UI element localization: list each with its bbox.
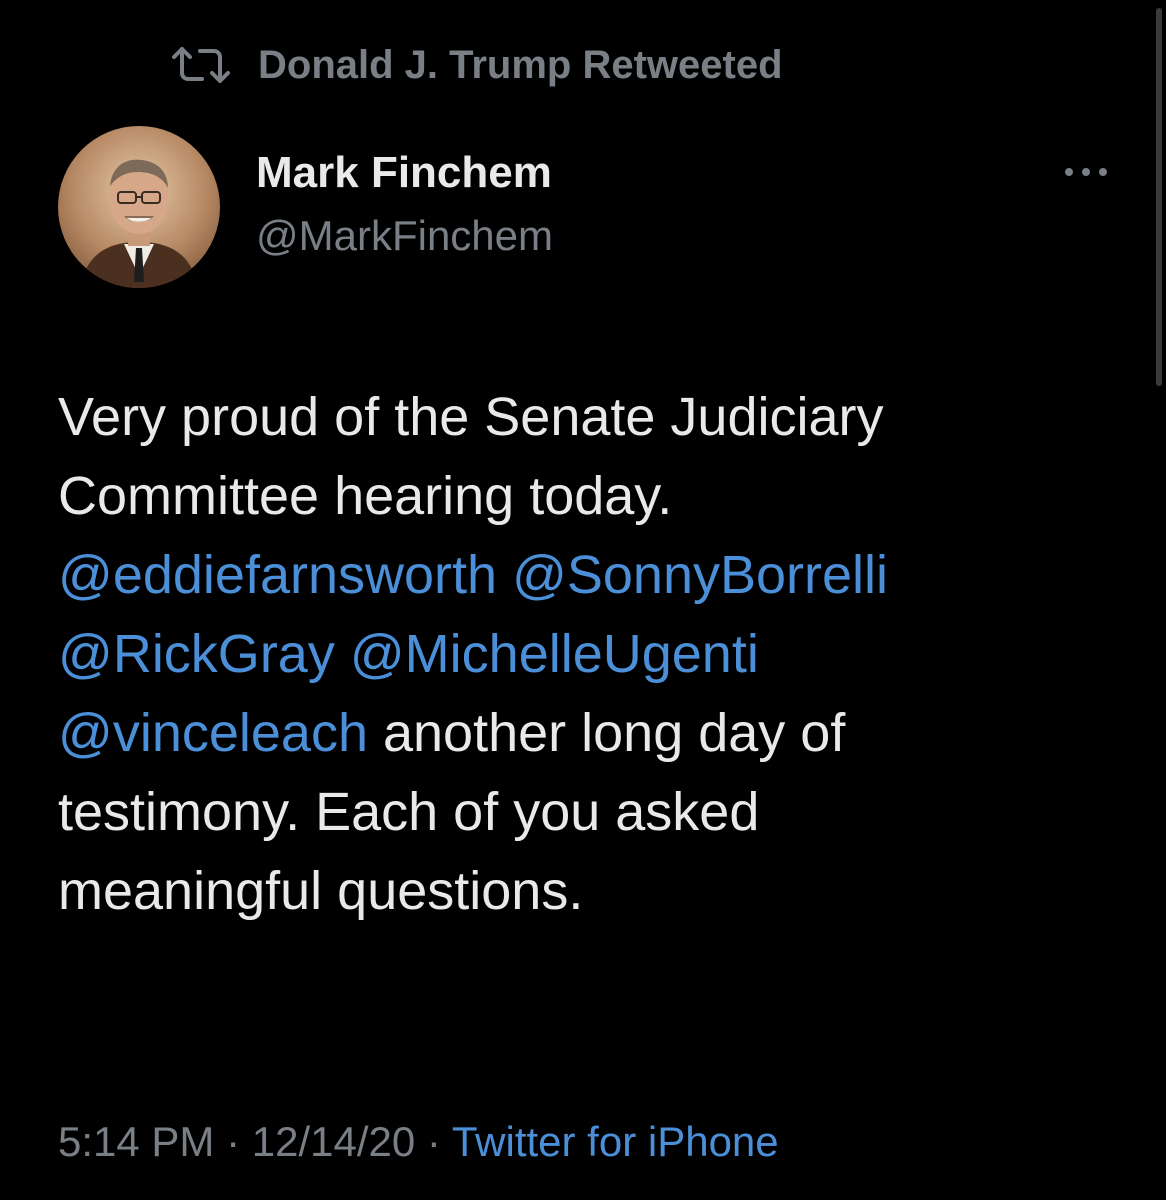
meta-separator: · xyxy=(214,1118,252,1165)
mention-link-michelleugenti[interactable]: @MichelleUgenti xyxy=(350,624,759,684)
retweet-label[interactable]: Donald J. Trump Retweeted xyxy=(258,43,783,88)
retweet-icon xyxy=(172,47,230,83)
tweet-text-line: @vinceleach another long day of xyxy=(58,694,1118,773)
tweet-time[interactable]: 5:14 PM xyxy=(58,1118,214,1165)
avatar[interactable] xyxy=(58,126,220,288)
tweet-text-line: @eddiefarnsworth @SonnyBorrelli xyxy=(58,536,1118,615)
tweet-container: Donald J. Trump Retweeted Mark Finchem @… xyxy=(0,0,1166,1200)
author-handle[interactable]: @MarkFinchem xyxy=(256,212,553,260)
more-horizontal-icon xyxy=(1065,168,1107,176)
retweet-header: Donald J. Trump Retweeted xyxy=(170,40,783,90)
mention-link-sonnyborrelli[interactable]: @SonnyBorrelli xyxy=(512,545,888,605)
tweet-meta: 5:14 PM · 12/14/20 · Twitter for iPhone xyxy=(58,1118,779,1166)
mention-link-rickgray[interactable]: @RickGray xyxy=(58,624,335,684)
mention-link-eddiefarnsworth[interactable]: @eddiefarnsworth xyxy=(58,545,497,605)
tweet-text-line: Very proud of the Senate Judiciary xyxy=(58,387,884,447)
tweet-text-line: Committee hearing today. xyxy=(58,466,673,526)
tweet-text-fragment: another long day of xyxy=(367,703,846,763)
tweet-source-link[interactable]: Twitter for iPhone xyxy=(452,1118,779,1165)
scrollbar-thumb[interactable] xyxy=(1156,8,1162,386)
author-name[interactable]: Mark Finchem xyxy=(256,148,552,198)
more-button[interactable] xyxy=(1056,154,1116,190)
tweet-text-line: @RickGray @MichelleUgenti xyxy=(58,615,1118,694)
avatar-photo xyxy=(58,126,220,288)
tweet-text-line: testimony. Each of you asked xyxy=(58,782,760,842)
tweet-date[interactable]: 12/14/20 xyxy=(252,1118,416,1165)
tweet-text: Very proud of the Senate Judiciary Commi… xyxy=(58,378,1118,931)
mention-link-vinceleach[interactable]: @vinceleach xyxy=(58,703,368,763)
tweet-text-line: meaningful questions. xyxy=(58,861,584,921)
meta-separator: · xyxy=(415,1118,452,1165)
